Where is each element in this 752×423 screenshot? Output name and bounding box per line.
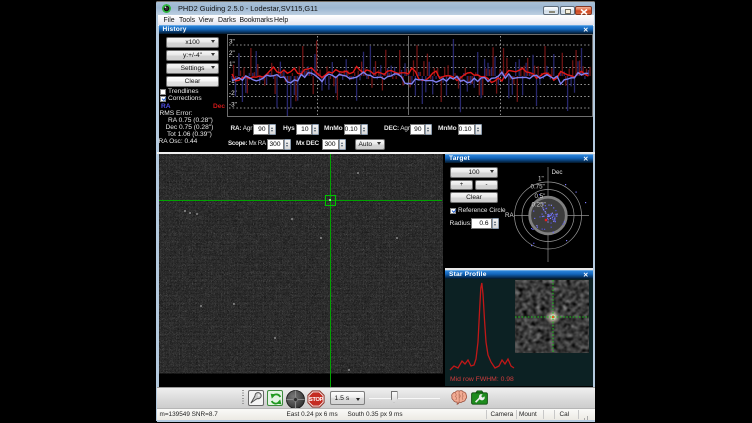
- svg-text:0.75": 0.75": [531, 184, 545, 191]
- svg-text:Mid row FWHM: 0.98: Mid row FWHM: 0.98: [450, 376, 514, 383]
- svg-text:0.5": 0.5": [535, 193, 546, 200]
- svg-text:STOP: STOP: [309, 397, 323, 403]
- svg-text:0.25": 0.25": [532, 202, 546, 209]
- svg-text:1": 1": [538, 176, 544, 183]
- svg-text:RA: RA: [505, 212, 514, 219]
- svg-text:-3": -3": [229, 102, 237, 109]
- svg-text:Dec: Dec: [552, 169, 563, 176]
- svg-text:3": 3": [229, 39, 235, 46]
- svg-text:2": 2": [229, 50, 235, 57]
